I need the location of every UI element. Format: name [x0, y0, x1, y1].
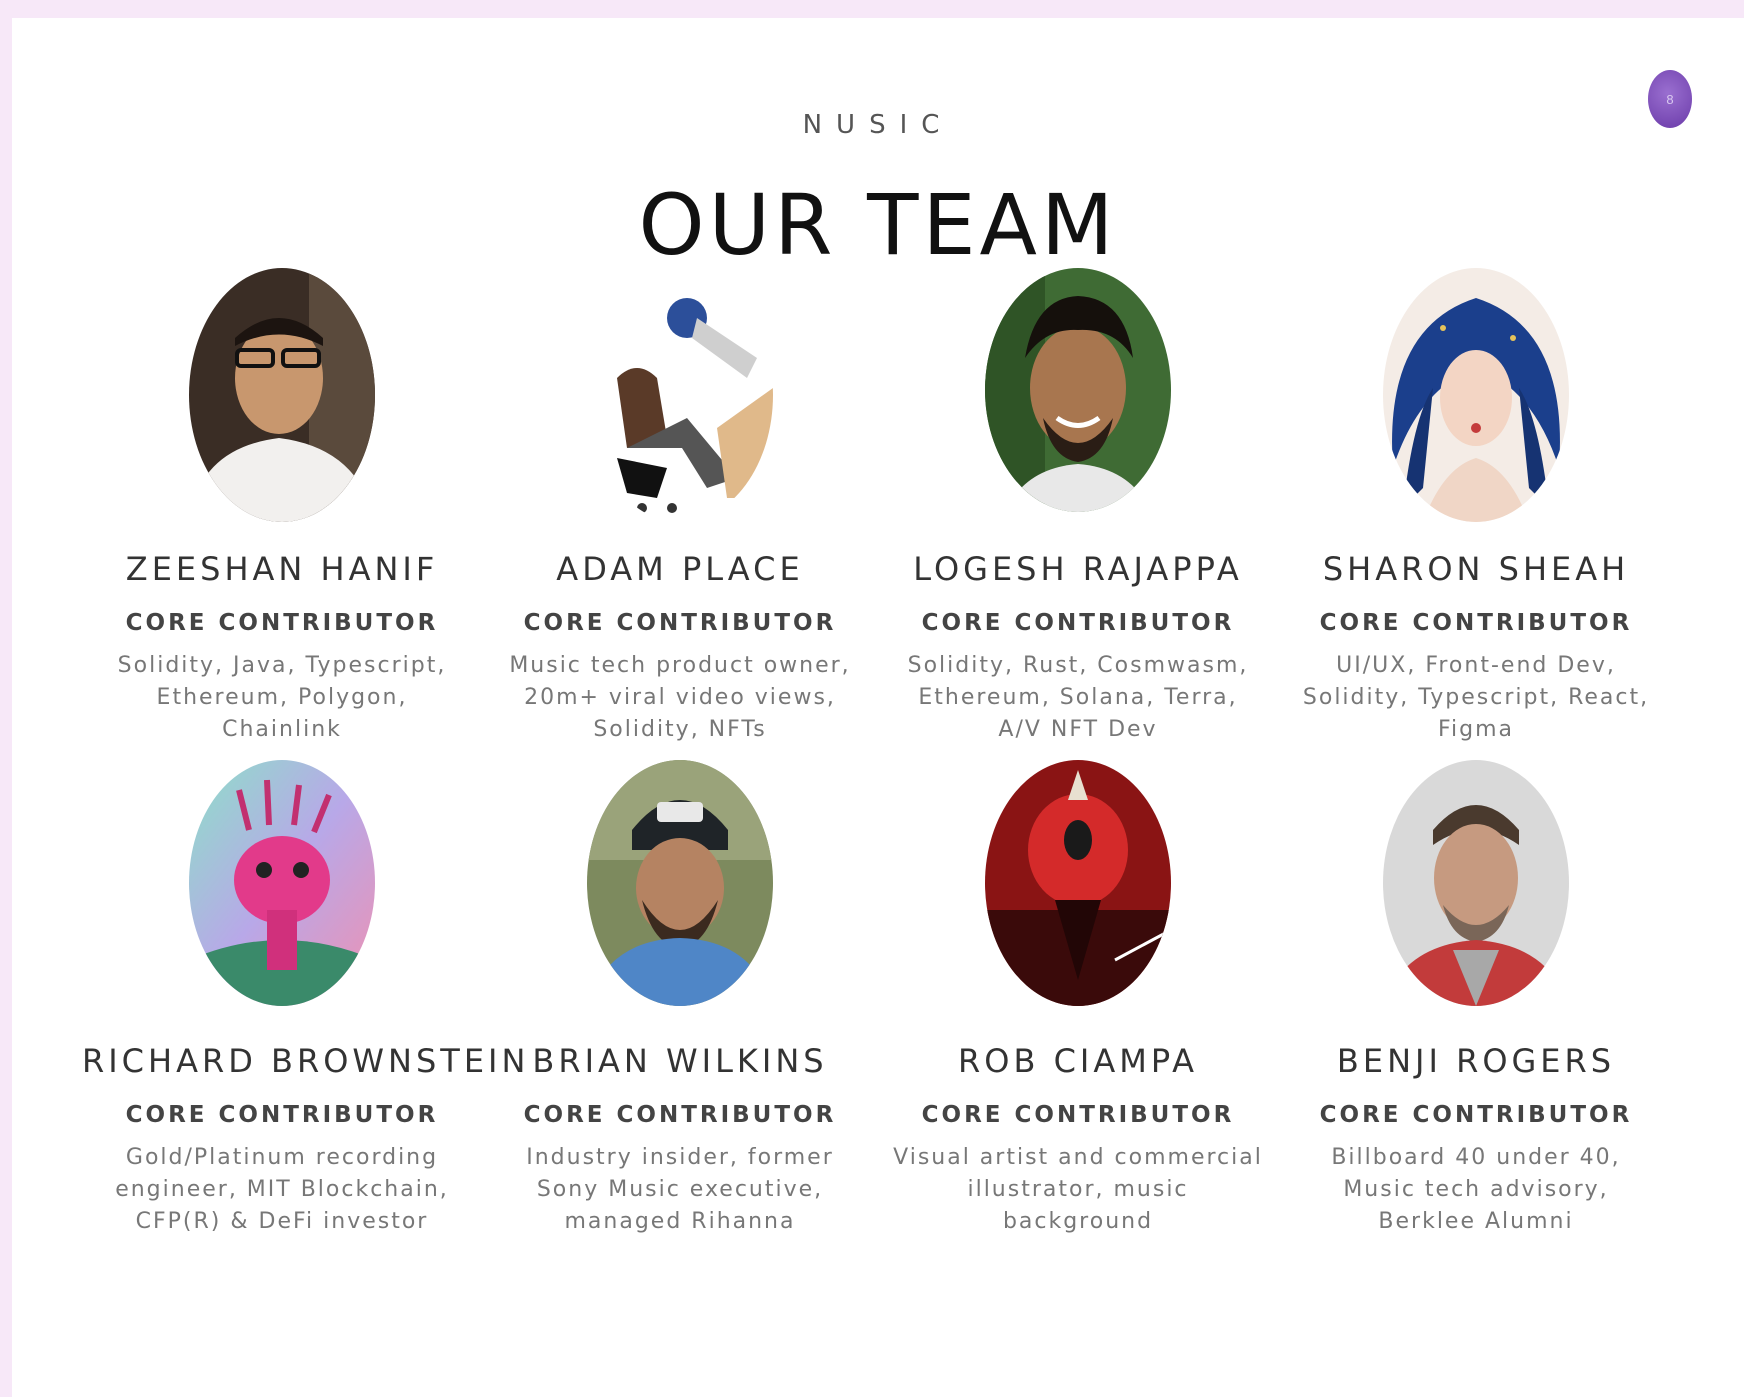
- member-bio: UI/UX, Front-end Dev, Solidity, Typescri…: [1302, 653, 1650, 742]
- page-title: OUR TEAM: [638, 176, 1118, 274]
- member-name: BENJI ROGERS: [1336, 1042, 1616, 1080]
- member-photo: [985, 268, 1171, 512]
- member-role: CORE CONTRIBUTOR: [125, 1102, 439, 1128]
- team-member-card: RICHARD BROWNSTEIN CORE CONTRIBUTOR Gold…: [82, 760, 530, 1238]
- member-photo: [189, 268, 375, 522]
- member-name: ADAM PLACE: [556, 550, 804, 588]
- member-bio: Music tech product owner, 20m+ viral vid…: [509, 653, 851, 742]
- team-page: NUSIC OUR TEAM 8 ZEESHAN HANIF CORE CONT…: [12, 18, 1744, 1397]
- profile-avatar-button[interactable]: 8: [1648, 70, 1692, 128]
- team-member-card: ROB CIAMPA CORE CONTRIBUTOR Visual artis…: [878, 760, 1278, 1238]
- team-member-card: ZEESHAN HANIF CORE CONTRIBUTOR Solidity,…: [82, 268, 482, 746]
- member-name: SHARON SHEAH: [1322, 550, 1630, 588]
- member-name: LOGESH RAJAPPA: [913, 550, 1243, 588]
- member-photo: [587, 760, 773, 1006]
- team-member-card: ADAM PLACE CORE CONTRIBUTOR Music tech p…: [480, 268, 880, 746]
- team-member-card: BRIAN WILKINS CORE CONTRIBUTOR Industry …: [480, 760, 880, 1238]
- member-bio: Solidity, Rust, Cosmwasm, Ethereum, Sola…: [907, 653, 1249, 742]
- team-member-card: SHARON SHEAH CORE CONTRIBUTOR UI/UX, Fro…: [1276, 268, 1676, 746]
- brand-logo-text[interactable]: NUSIC: [12, 110, 1744, 140]
- member-role: CORE CONTRIBUTOR: [523, 1102, 837, 1128]
- member-name: ZEESHAN HANIF: [125, 550, 439, 588]
- member-bio: Visual artist and commercial illustrator…: [893, 1145, 1263, 1234]
- team-member-card: LOGESH RAJAPPA CORE CONTRIBUTOR Solidity…: [878, 268, 1278, 746]
- member-name: RICHARD BROWNSTEIN: [82, 1042, 530, 1080]
- member-bio: Industry insider, former Sony Music exec…: [526, 1145, 834, 1234]
- member-bio: Solidity, Java, Typescript, Ethereum, Po…: [117, 653, 447, 742]
- member-photo: [1383, 268, 1569, 522]
- member-role: CORE CONTRIBUTOR: [921, 1102, 1235, 1128]
- member-role: CORE CONTRIBUTOR: [921, 610, 1235, 636]
- member-photo: [587, 268, 773, 522]
- member-role: CORE CONTRIBUTOR: [1319, 610, 1633, 636]
- team-member-card: BENJI ROGERS CORE CONTRIBUTOR Billboard …: [1276, 760, 1676, 1238]
- member-photo: [985, 760, 1171, 1006]
- member-name: BRIAN WILKINS: [532, 1042, 828, 1080]
- member-photo: [1383, 760, 1569, 1006]
- member-bio: Billboard 40 under 40, Music tech adviso…: [1331, 1145, 1621, 1234]
- member-bio: Gold/Platinum recording engineer, MIT Bl…: [115, 1145, 449, 1234]
- member-role: CORE CONTRIBUTOR: [125, 610, 439, 636]
- member-name: ROB CIAMPA: [958, 1042, 1198, 1080]
- member-role: CORE CONTRIBUTOR: [1319, 1102, 1633, 1128]
- member-photo: [189, 760, 375, 1006]
- member-role: CORE CONTRIBUTOR: [523, 610, 837, 636]
